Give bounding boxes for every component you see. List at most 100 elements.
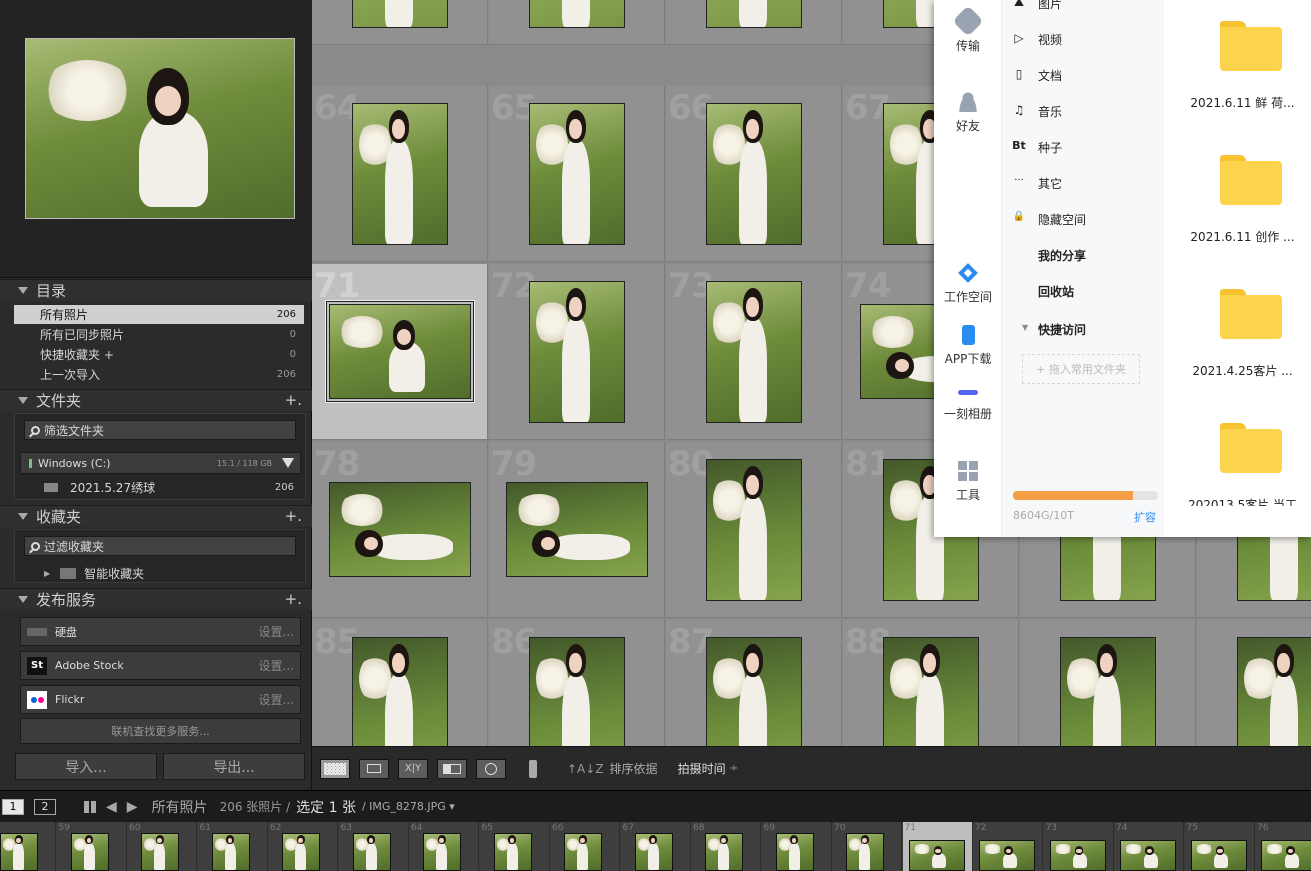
smart-collection-item[interactable]: ▶ 智能收藏夹 <box>20 564 302 583</box>
photo-thumbnail[interactable] <box>706 0 802 28</box>
filmstrip-thumbnail[interactable] <box>1120 840 1176 871</box>
filmstrip-thumbnail[interactable] <box>1261 840 1311 871</box>
grid-cell[interactable]: 66 <box>666 86 842 262</box>
folder-icon[interactable] <box>1220 289 1282 339</box>
grid-cell[interactable] <box>1020 620 1196 746</box>
grid-cell[interactable]: 88 <box>843 620 1019 746</box>
rail-album[interactable]: 一刻相册 <box>934 390 1002 422</box>
publish-service-flickr[interactable]: Flickr 设置... <box>20 685 301 714</box>
filmstrip-thumbnail[interactable] <box>1049 840 1106 871</box>
filmstrip-cell[interactable]: 66 <box>550 822 620 871</box>
drag-folder-drop-zone[interactable]: + 拖入常用文件夹 <box>1022 354 1140 384</box>
photo-thumbnail[interactable] <box>329 482 471 577</box>
folder-name[interactable]: 202013.5客片 当工 <box>1174 496 1311 506</box>
filmstrip-cell[interactable]: 68 <box>691 822 761 871</box>
menu-item-documents[interactable]: ▯ 文档 <box>1016 67 1062 84</box>
grid-cell[interactable]: 78 <box>312 442 488 618</box>
filmstrip-cell[interactable]: 71 <box>902 822 973 871</box>
filmstrip-thumbnail[interactable] <box>282 833 320 871</box>
photo-thumbnail[interactable] <box>352 103 448 245</box>
catalog-item-all-photos[interactable]: 所有照片 206 <box>14 305 304 324</box>
photo-thumbnail[interactable] <box>352 0 448 28</box>
rail-app-download[interactable]: APP下载 <box>934 325 1002 367</box>
export-button[interactable]: 导出... <box>163 753 305 780</box>
people-view-button[interactable] <box>476 758 506 779</box>
grid-cell[interactable]: 72 <box>489 264 665 440</box>
filmstrip-thumbnail[interactable] <box>705 833 743 871</box>
back-arrow-icon[interactable]: ◀ <box>106 799 117 815</box>
filmstrip-thumbnail[interactable] <box>775 833 814 871</box>
folder-icon[interactable] <box>1220 21 1282 71</box>
expand-storage-link[interactable]: 扩容 <box>1134 509 1156 525</box>
rail-tools[interactable]: 工具 <box>934 461 1002 503</box>
filmstrip-thumbnail[interactable] <box>634 833 673 871</box>
filmstrip-thumbnail[interactable] <box>141 833 179 871</box>
photo-thumbnail[interactable] <box>529 281 625 423</box>
filmstrip-cell[interactable]: 63 <box>338 822 409 871</box>
collections-header[interactable]: 收藏夹 +. <box>0 505 312 527</box>
secondary-window-button[interactable]: 2 <box>34 798 56 815</box>
loupe-view-button[interactable] <box>359 758 389 779</box>
menu-item-hidden-space[interactable]: 🔒 隐藏空间 <box>1013 211 1086 228</box>
navigator-preview-image[interactable] <box>25 38 295 219</box>
filmstrip-cell[interactable]: 59 <box>56 822 127 871</box>
photo-thumbnail[interactable] <box>352 637 448 746</box>
photo-thumbnail[interactable] <box>706 637 802 746</box>
filmstrip-cell[interactable]: 60 <box>127 822 197 871</box>
filmstrip-cell[interactable]: 69 <box>761 822 832 871</box>
filmstrip-cell[interactable]: 65 <box>479 822 550 871</box>
photo-thumbnail[interactable] <box>529 637 625 746</box>
sort-direction-icon[interactable]: ↑A↓Z <box>567 762 604 776</box>
grid-view-button[interactable] <box>320 758 350 779</box>
filmstrip-cell[interactable]: 72 <box>973 822 1043 871</box>
grid-cell[interactable]: 87 <box>666 620 842 746</box>
collection-filter-input[interactable]: 过滤收藏夹 <box>24 536 296 556</box>
filmstrip-cell[interactable]: 64 <box>409 822 479 871</box>
grid-cell[interactable]: 65 <box>489 86 665 262</box>
photo-thumbnail[interactable] <box>506 482 648 577</box>
collapse-triangle-icon[interactable] <box>18 513 28 520</box>
grid-cell[interactable]: 71 <box>312 264 488 440</box>
publish-services-header[interactable]: 发布服务 +. <box>0 588 312 610</box>
grid-cell[interactable]: 80 <box>666 442 842 618</box>
filmstrip-cell[interactable]: 75 <box>1184 822 1255 871</box>
filmstrip-thumbnail[interactable] <box>908 840 965 871</box>
folder-item[interactable]: 2021.5.27绣球 206 <box>20 478 302 497</box>
sort-dropdown-icon[interactable]: ÷ <box>730 763 738 774</box>
grid-cell[interactable] <box>1197 620 1311 746</box>
photo-thumbnail[interactable] <box>329 304 471 399</box>
catalog-header[interactable]: 目录 <box>0 279 312 301</box>
find-more-services-button[interactable]: 联机查找更多服务... <box>20 718 301 744</box>
photo-thumbnail[interactable] <box>706 281 802 423</box>
photo-thumbnail[interactable] <box>529 103 625 245</box>
photo-thumbnail[interactable] <box>529 0 625 28</box>
grid-cell[interactable]: 73 <box>666 264 842 440</box>
grid-cell[interactable]: 85 <box>312 620 488 746</box>
primary-window-button[interactable]: 1 <box>2 798 24 815</box>
catalog-item-quick-collection[interactable]: 快捷收藏夹 + 0 <box>14 345 304 364</box>
filmstrip-thumbnail[interactable] <box>352 833 391 871</box>
filmstrip-cell[interactable]: 62 <box>268 822 338 871</box>
add-folder-button[interactable]: +. <box>285 391 302 409</box>
grid-cell[interactable] <box>489 0 665 45</box>
rail-workspace[interactable]: 工作空间 <box>934 263 1002 305</box>
collapse-triangle-icon[interactable] <box>18 397 28 404</box>
rail-transfer[interactable]: 传输 <box>934 5 1002 54</box>
filmstrip-thumbnail[interactable] <box>423 833 461 871</box>
folder-icon[interactable] <box>1220 423 1282 473</box>
menu-item-other[interactable]: ··· 其它 <box>1014 175 1062 192</box>
add-collection-button[interactable]: +. <box>285 507 302 525</box>
filmstrip-thumbnail[interactable] <box>846 833 884 871</box>
photo-thumbnail[interactable] <box>706 459 802 601</box>
catalog-item-synced[interactable]: 所有已同步照片 0 <box>14 325 304 344</box>
menu-quick-access[interactable]: ▼ 快捷访问 <box>1022 321 1086 338</box>
folders-header[interactable]: 文件夹 +. <box>0 389 312 411</box>
source-label[interactable]: 所有照片 <box>152 797 208 817</box>
filmstrip-cell[interactable]: 76 <box>1255 822 1311 871</box>
collapse-triangle-icon[interactable] <box>18 596 28 603</box>
filmstrip-thumbnail[interactable] <box>70 833 109 871</box>
compare-view-button[interactable]: X|Y <box>398 758 428 779</box>
filmstrip-thumbnail[interactable] <box>1190 840 1247 871</box>
grid-cell[interactable]: 64 <box>312 86 488 262</box>
grid-cell[interactable]: 79 <box>489 442 665 618</box>
